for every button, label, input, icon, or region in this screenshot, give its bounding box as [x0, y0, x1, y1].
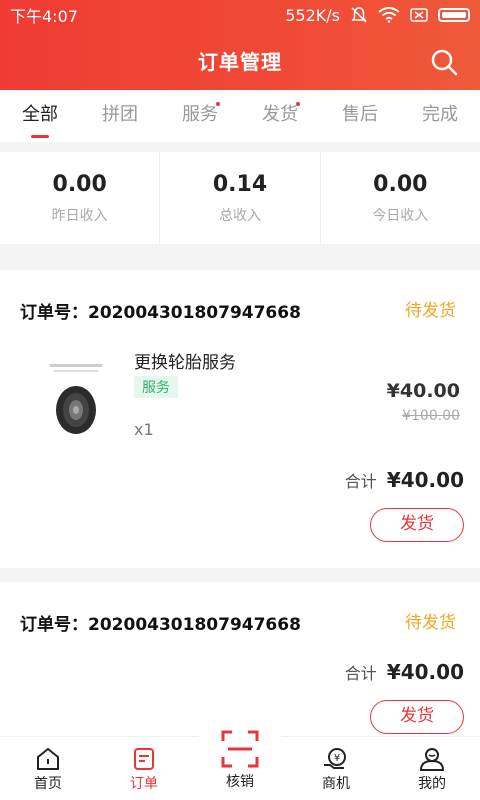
nav-business[interactable]: ¥ 商机	[288, 737, 384, 800]
status-time: 下午4:07	[10, 7, 78, 26]
stat-yesterday: 0.00 昨日收入	[0, 152, 161, 244]
total-amount: ¥40.00	[386, 468, 464, 492]
order-total: 合计 ¥40.00	[345, 660, 464, 684]
original-price: ¥100.00	[402, 408, 460, 424]
order-number: 订单号：202004301807947668	[20, 303, 301, 323]
nav-verify[interactable]: 核销	[192, 730, 288, 800]
total-label: 合计	[344, 472, 377, 491]
bottom-nav: 首页 订单 核销 ¥ 商机 我的	[0, 715, 480, 800]
battery-icon	[438, 8, 470, 22]
stat-label: 总收入	[218, 208, 261, 224]
page-title: 订单管理	[198, 50, 282, 74]
order-total: 合计 ¥40.00	[345, 468, 464, 492]
svg-text:¥: ¥	[334, 753, 340, 764]
profile-icon	[419, 748, 445, 771]
stat-label: 今日收入	[372, 208, 429, 224]
status-bar: 下午4:07 552K/s	[0, 0, 480, 30]
stat-value: 0.14	[212, 172, 268, 197]
tab-group-buy[interactable]: 拼团	[80, 90, 160, 142]
product-price: ¥40.00	[386, 380, 460, 402]
scan-icon	[221, 730, 259, 768]
nav-home[interactable]: 首页	[0, 737, 96, 800]
order-tabs: 全部 拼团 服务 发货 售后 完成	[0, 90, 480, 142]
total-label: 合计	[344, 664, 377, 683]
search-icon[interactable]	[430, 48, 458, 76]
tab-after-sales[interactable]: 售后	[320, 90, 400, 142]
stat-label: 昨日收入	[51, 208, 108, 224]
order-number: 订单号：202004301807947668	[20, 615, 301, 635]
order-status: 待发货	[405, 301, 456, 321]
stat-total: 0.14 总收入	[160, 152, 321, 244]
nav-orders[interactable]: 订单	[96, 737, 192, 800]
tab-service[interactable]: 服务	[160, 90, 240, 142]
total-amount: ¥40.00	[386, 660, 464, 684]
product-name: 更换轮胎服务	[134, 353, 236, 373]
wifi-icon	[378, 7, 400, 23]
service-tag: 服务	[134, 376, 178, 398]
stat-value: 0.00	[373, 172, 428, 197]
stat-value: 0.00	[52, 172, 107, 197]
income-stats: 0.00 昨日收入 0.14 总收入 0.00 今日收入	[0, 152, 480, 244]
ship-button[interactable]: 发货	[370, 700, 464, 734]
tab-all[interactable]: 全部	[0, 90, 80, 142]
network-speed: 552K/s	[285, 5, 340, 25]
product-image	[36, 360, 116, 440]
stat-today: 0.00 今日收入	[321, 152, 480, 244]
product-quantity: x1	[134, 420, 154, 439]
order-status: 待发货	[405, 613, 456, 633]
tab-completed[interactable]: 完成	[400, 90, 480, 142]
mute-bell-icon	[351, 7, 367, 23]
tab-shipping[interactable]: 发货	[240, 90, 320, 142]
order-icon	[134, 748, 154, 770]
sim-icon	[410, 8, 428, 22]
nav-profile[interactable]: 我的	[384, 737, 480, 800]
notification-dot	[296, 102, 300, 106]
notification-dot	[216, 102, 220, 106]
header: 下午4:07 552K/s 订单管理	[0, 0, 480, 90]
business-icon: ¥	[324, 748, 346, 769]
ship-button[interactable]: 发货	[370, 508, 464, 542]
home-icon	[37, 748, 59, 770]
order-card[interactable]: 订单号：202004301807947668 待发货 更换轮胎服务 服务 x1 …	[0, 270, 480, 568]
